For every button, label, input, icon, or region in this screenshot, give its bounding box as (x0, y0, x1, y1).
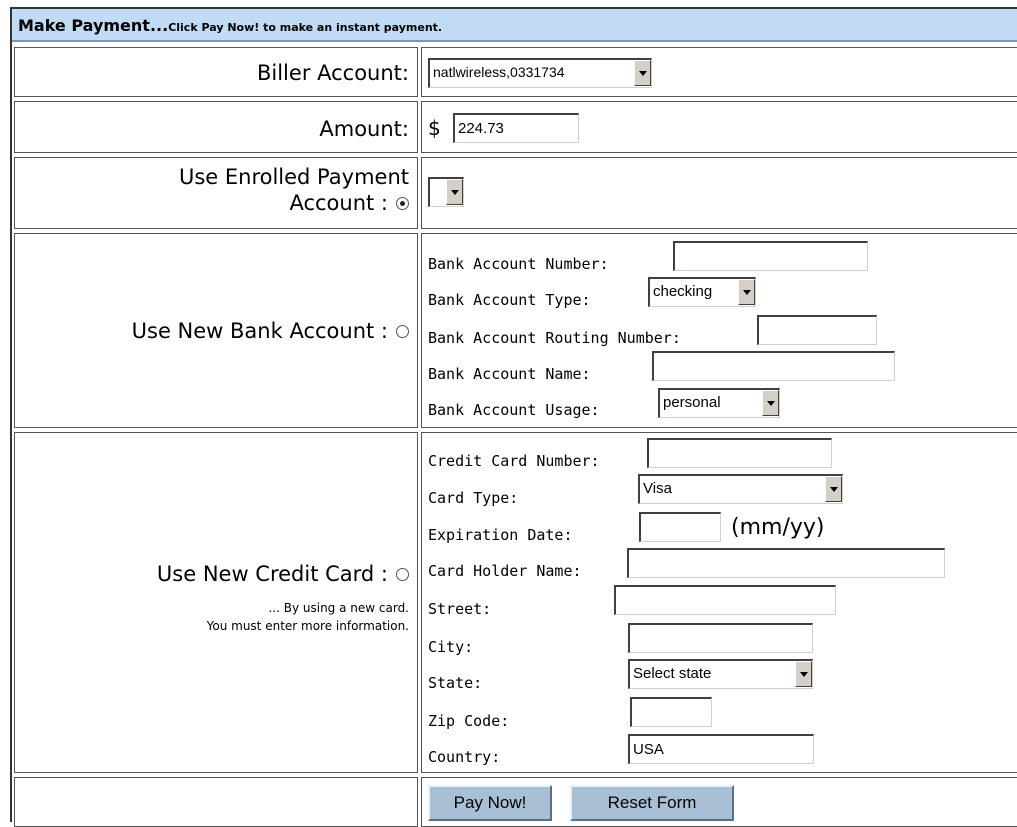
amount-value-cell: $ (421, 101, 1017, 153)
card-holder-name-label: Card Holder Name: (428, 562, 582, 580)
enrolled-label-cell: Use Enrolled Payment Account : (14, 157, 418, 229)
actions-value-cell: Pay Now! Reset Form (421, 777, 1017, 827)
new-bank-label: Use New Bank Account : (132, 318, 409, 344)
bank-account-name-input[interactable] (652, 351, 895, 381)
bank-account-type-label: Bank Account Type: (428, 291, 591, 309)
bank-account-usage-value: personal (663, 394, 721, 411)
amount-input[interactable] (453, 113, 579, 143)
bank-account-type-select[interactable]: checking (648, 277, 756, 307)
bank-label-cell: Use New Bank Account : (14, 233, 418, 428)
bank-account-usage-select[interactable]: personal (658, 388, 780, 418)
street-label: Street: (428, 600, 492, 618)
enrolled-label-line2: Account : (289, 191, 388, 215)
payment-form: Make Payment...Click Pay Now! to make an… (10, 7, 1017, 827)
card-type-label: Card Type: (428, 489, 519, 507)
bank-account-number-label: Bank Account Number: (428, 255, 609, 273)
reset-form-button[interactable]: Reset Form (570, 785, 734, 821)
enrolled-radio[interactable] (396, 196, 409, 210)
new-card-label: Use New Credit Card : (157, 561, 409, 587)
city-input[interactable] (628, 623, 813, 653)
zip-code-label: Zip Code: (428, 712, 510, 730)
new-card-note-line1: ... By using a new card. (268, 601, 409, 615)
biller-account-label: Biller Account: (256, 61, 409, 85)
biller-label-cell: Biller Account: (14, 47, 418, 97)
card-holder-name-input[interactable] (627, 548, 945, 578)
currency-symbol: $ (428, 116, 441, 140)
biller-value-cell: natlwireless,0331734 (421, 47, 1017, 97)
actions-label-cell (14, 777, 418, 827)
card-number-label: Credit Card Number: (428, 452, 600, 470)
bank-value-cell: Bank Account Number: Bank Account Type: … (421, 233, 1017, 428)
chevron-down-icon[interactable] (762, 390, 779, 416)
biller-account-value: natlwireless,0331734 (433, 64, 565, 80)
zip-code-input[interactable] (630, 697, 712, 727)
enrolled-value-cell (421, 157, 1017, 229)
card-value-cell: Credit Card Number: Card Type: Visa Expi… (421, 432, 1017, 773)
card-number-input[interactable] (647, 438, 832, 468)
expiration-date-input[interactable] (639, 512, 721, 542)
expiration-date-label: Expiration Date: (428, 526, 573, 544)
amount-label: Amount: (319, 117, 409, 141)
form-header: Make Payment...Click Pay Now! to make an… (12, 9, 1017, 42)
enrolled-account-select[interactable] (428, 177, 464, 207)
chevron-down-icon[interactable] (634, 60, 651, 86)
new-card-radio[interactable] (396, 567, 409, 581)
chevron-down-icon[interactable] (825, 476, 842, 502)
pay-now-button[interactable]: Pay Now! (428, 785, 552, 821)
chevron-down-icon[interactable] (795, 661, 812, 687)
amount-label-cell: Amount: (14, 101, 418, 153)
card-label-cell: Use New Credit Card : ... By using a new… (14, 432, 418, 773)
new-card-note: ... By using a new card. You must enter … (207, 599, 409, 635)
enrolled-label-line1: Use Enrolled Payment (178, 165, 409, 189)
state-label: State: (428, 674, 483, 692)
new-bank-radio[interactable] (396, 324, 409, 338)
form-title: Make Payment... (18, 16, 169, 35)
new-card-label-text: Use New Credit Card : (156, 562, 388, 586)
country-label: Country: (428, 748, 501, 766)
bank-routing-label: Bank Account Routing Number: (428, 329, 681, 347)
state-select[interactable]: Select state (628, 659, 813, 689)
bank-account-usage-label: Bank Account Usage: (428, 401, 600, 419)
new-bank-label-text: Use New Bank Account : (131, 319, 388, 343)
biller-account-select[interactable]: natlwireless,0331734 (428, 58, 652, 88)
card-type-value: Visa (643, 480, 672, 497)
city-label: City: (428, 638, 474, 656)
card-type-select[interactable]: Visa (638, 474, 843, 504)
enrolled-payment-label: Use Enrolled Payment Account : (179, 164, 409, 216)
chevron-down-icon[interactable] (738, 279, 755, 305)
state-value: Select state (633, 665, 712, 682)
bank-account-name-label: Bank Account Name: (428, 365, 591, 383)
chevron-down-icon[interactable] (446, 179, 463, 205)
bank-account-type-value: checking (653, 283, 713, 300)
bank-routing-input[interactable] (757, 315, 877, 345)
new-card-note-line2: You must enter more information. (206, 619, 409, 633)
form-subtitle: Click Pay Now! to make an instant paymen… (168, 21, 443, 34)
expiration-format-hint: (mm/yy) (731, 515, 825, 540)
bank-account-number-input[interactable] (673, 241, 868, 271)
country-input[interactable] (628, 734, 814, 764)
street-input[interactable] (614, 585, 836, 615)
